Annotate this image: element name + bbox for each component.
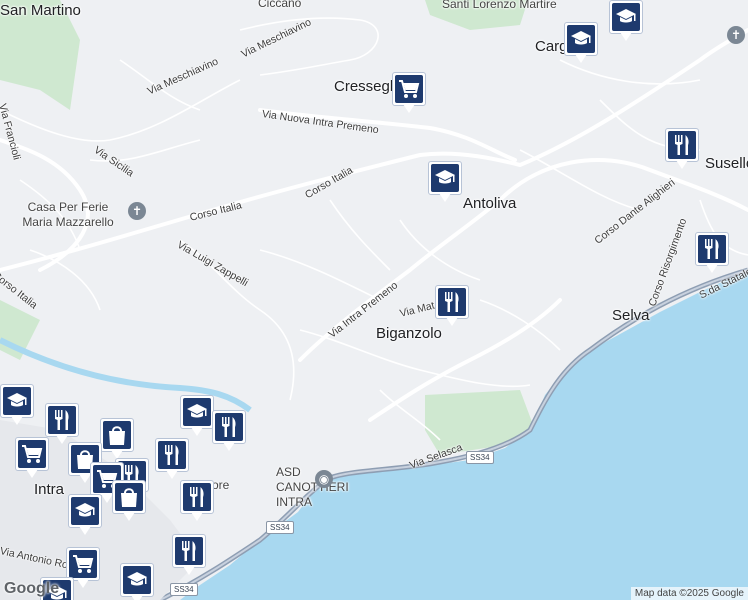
cutlery-icon: [672, 134, 692, 156]
graduation-cap-icon: [6, 392, 28, 410]
shop-marker[interactable]: [100, 418, 134, 460]
shop-marker[interactable]: [112, 480, 146, 522]
poi-label-casa-ferie: Casa Per Ferie Maria Mazzarello: [22, 200, 114, 229]
shopping-cart-icon: [21, 444, 43, 464]
cutlery-icon: [179, 540, 199, 562]
school-marker[interactable]: [0, 384, 34, 426]
place-label-intra: Intra: [34, 481, 65, 498]
map-attribution[interactable]: Map data ©2025 Google: [630, 587, 748, 600]
place-label-biganzolo: Biganzolo: [376, 325, 442, 342]
place-of-worship-icon[interactable]: ✝: [727, 26, 745, 44]
place-of-worship-icon[interactable]: ✝: [128, 202, 146, 220]
shop-marker[interactable]: [15, 437, 49, 479]
road-badge-ss34: SS34: [266, 521, 294, 534]
sports-pin-icon[interactable]: ◉: [315, 470, 333, 488]
graduation-cap-icon: [126, 571, 148, 589]
road-badge-ss34: SS34: [170, 583, 198, 596]
shop-marker[interactable]: [392, 72, 426, 114]
place-label-selva: Selva: [612, 307, 650, 324]
shopping-bag-icon: [107, 424, 127, 446]
poi-label-santi-lorenzo: Santi Lorenzo Martire: [442, 0, 557, 11]
restaurant-marker[interactable]: [172, 534, 206, 576]
school-marker[interactable]: [68, 494, 102, 536]
graduation-cap-icon: [570, 30, 592, 48]
restaurant-marker[interactable]: [155, 438, 189, 480]
restaurant-marker[interactable]: [180, 480, 214, 522]
restaurant-marker[interactable]: [665, 128, 699, 170]
cutlery-icon: [219, 416, 239, 438]
cutlery-icon: [187, 486, 207, 508]
place-label-san-martino: San Martino: [0, 2, 81, 19]
restaurant-marker[interactable]: [695, 232, 729, 274]
shopping-bag-icon: [119, 486, 139, 508]
graduation-cap-icon: [186, 403, 208, 421]
graduation-cap-icon: [74, 502, 96, 520]
shopping-cart-icon: [398, 79, 420, 99]
cutlery-icon: [442, 291, 462, 313]
cutlery-icon: [702, 238, 722, 260]
cutlery-icon: [162, 444, 182, 466]
graduation-cap-icon: [434, 169, 456, 187]
place-label-ciccano: Ciccano: [258, 0, 302, 10]
shopping-cart-icon: [72, 554, 94, 574]
google-logo[interactable]: Google: [4, 580, 59, 598]
school-marker[interactable]: [564, 22, 598, 64]
restaurant-marker[interactable]: [45, 403, 79, 445]
school-marker[interactable]: [428, 161, 462, 203]
school-marker[interactable]: [180, 395, 214, 437]
school-marker[interactable]: [609, 0, 643, 42]
map-canvas[interactable]: San Martino Cresseglio Cargiago Santi Lo…: [0, 0, 748, 600]
restaurant-marker[interactable]: [212, 410, 246, 452]
cutlery-icon: [52, 409, 72, 431]
restaurant-marker[interactable]: [435, 285, 469, 327]
road-badge-ss34: SS34: [466, 451, 494, 464]
place-label-antoliva: Antoliva: [463, 195, 517, 212]
poi-label-fragment: ore: [212, 478, 230, 492]
graduation-cap-icon: [615, 8, 637, 26]
school-marker[interactable]: [120, 563, 154, 600]
place-label-susello: Susello: [705, 155, 748, 172]
